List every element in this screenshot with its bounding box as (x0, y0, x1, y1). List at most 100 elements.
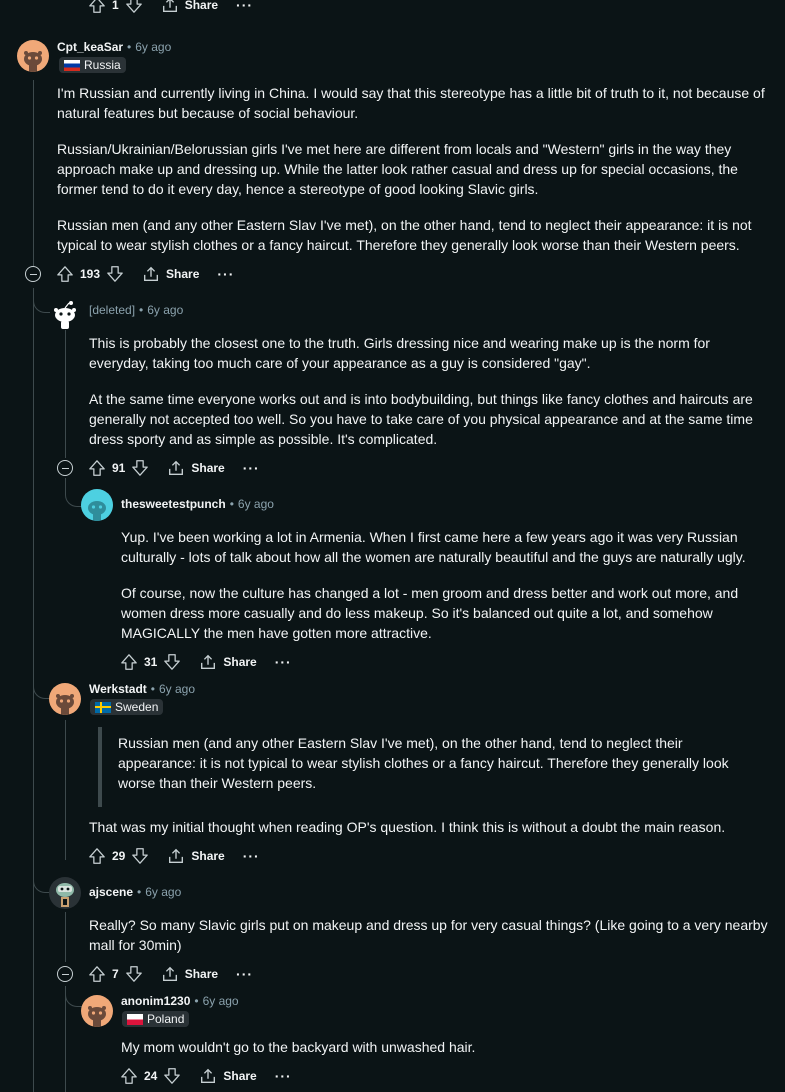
share-label: Share (191, 849, 225, 863)
thread-connector (33, 678, 50, 699)
upvote-icon[interactable] (88, 847, 106, 865)
more-options-button[interactable]: ··· (275, 654, 292, 670)
downvote-icon[interactable] (125, 965, 143, 983)
downvote-icon[interactable] (163, 653, 181, 671)
downvote-icon[interactable] (131, 459, 149, 477)
timestamp[interactable]: 6y ago (203, 994, 239, 1008)
timestamp[interactable]: 6y ago (147, 303, 183, 317)
downvote-icon[interactable] (106, 265, 124, 283)
comment-body: Yup. I've been working a lot in Armenia.… (121, 527, 771, 643)
upvote-icon[interactable] (56, 265, 74, 283)
comment-meta: ajscene • 6y ago (89, 885, 181, 899)
upvote-icon[interactable] (88, 965, 106, 983)
comment-paragraph: Really? So many Slavic girls put on make… (89, 917, 768, 953)
thread-line[interactable] (65, 986, 66, 1092)
comment-meta: Cpt_keaSar • 6y ago (57, 40, 171, 54)
share-icon (167, 459, 185, 477)
timestamp[interactable]: 6y ago (145, 885, 181, 899)
author-name: [deleted] (89, 303, 136, 317)
vote-count: 29 (112, 849, 126, 863)
more-options-button[interactable]: ··· (243, 460, 260, 476)
share-button[interactable]: Share (161, 965, 218, 983)
vote-count: 24 (144, 1069, 158, 1083)
flair-label: Sweden (115, 700, 159, 714)
vote-count: 1 (112, 0, 119, 12)
comment-paragraph: At the same time everyone works out and … (89, 391, 753, 447)
snoo-avatar-icon (17, 40, 49, 72)
upvote-icon[interactable] (88, 0, 106, 14)
upvote-icon[interactable] (120, 653, 138, 671)
comment-meta: [deleted] • 6y ago (89, 303, 183, 317)
collapse-thread-button[interactable] (25, 266, 41, 282)
share-button[interactable]: Share (167, 459, 225, 477)
author-name[interactable]: Werkstadt (89, 682, 147, 696)
more-options-button[interactable]: ··· (236, 966, 253, 982)
avatar[interactable] (49, 683, 81, 715)
thread-connector (33, 292, 50, 313)
more-options-button[interactable]: ··· (217, 266, 234, 282)
thread-line[interactable] (65, 912, 66, 962)
thread-connector (33, 872, 50, 893)
share-label: Share (184, 0, 219, 12)
author-name[interactable]: ajscene (89, 885, 133, 899)
timestamp[interactable]: 6y ago (238, 497, 274, 511)
upvote-icon[interactable] (88, 459, 106, 477)
comment-actions: 91 Share ··· (88, 458, 260, 478)
timestamp[interactable]: 6y ago (135, 40, 171, 54)
collapse-thread-button[interactable] (57, 460, 73, 476)
comment-actions: 193 Share ··· (56, 264, 234, 284)
downvote-icon[interactable] (163, 1067, 181, 1085)
quote-text: Russian men (and any other Eastern Slav … (118, 735, 729, 791)
avatar[interactable] (49, 298, 81, 330)
downvote-icon[interactable] (125, 0, 143, 14)
more-options-button[interactable]: ··· (275, 1068, 292, 1084)
downvote-icon[interactable] (131, 847, 149, 865)
thread-connector (65, 986, 82, 1007)
thread-line[interactable] (33, 80, 34, 280)
snoo-avatar-icon (56, 883, 74, 907)
vote-control: 91 (88, 459, 149, 477)
author-name[interactable]: Cpt_keaSar (57, 40, 123, 54)
vote-count: 91 (112, 461, 126, 475)
share-button[interactable]: Share (161, 0, 218, 14)
share-icon (161, 0, 179, 14)
upvote-icon[interactable] (120, 1067, 138, 1085)
user-flair: Russia (59, 57, 126, 73)
avatar[interactable] (17, 40, 49, 72)
comment-meta: Werkstadt • 6y ago (89, 682, 195, 696)
more-options-button[interactable]: ··· (243, 848, 260, 864)
collapse-thread-button[interactable] (57, 966, 73, 982)
avatar[interactable] (81, 489, 113, 521)
snoo-avatar-icon (49, 683, 81, 715)
meta-separator: • (229, 497, 234, 511)
share-label: Share (184, 967, 219, 981)
timestamp[interactable]: 6y ago (159, 682, 195, 696)
avatar[interactable] (49, 877, 81, 909)
author-name[interactable]: anonim1230 (121, 994, 190, 1008)
more-options-button[interactable]: ··· (236, 0, 253, 13)
comment-paragraph: Yup. I've been working a lot in Armenia.… (121, 529, 746, 565)
thread-line[interactable] (65, 330, 66, 458)
comment-meta: anonim1230 • 6y ago (121, 994, 239, 1008)
share-icon (199, 653, 217, 671)
share-label: Share (223, 655, 257, 669)
user-flair: Sweden (90, 699, 164, 715)
thread-line[interactable] (65, 720, 66, 860)
author-name[interactable]: thesweetestpunch (121, 497, 226, 511)
avatar[interactable] (81, 995, 113, 1027)
share-button[interactable]: Share (199, 1067, 257, 1085)
vote-control: 1 (88, 0, 143, 14)
sweden-flag-icon (95, 701, 111, 713)
share-label: Share (223, 1069, 257, 1083)
share-button[interactable]: Share (199, 653, 257, 671)
comment-paragraph: My mom wouldn't go to the backyard with … (121, 1039, 476, 1055)
share-button[interactable]: Share (167, 847, 225, 865)
comment-paragraph: Russian/Ukrainian/Belorussian girls I've… (57, 141, 738, 197)
vote-count: 193 (80, 267, 101, 281)
vote-count: 31 (144, 655, 158, 669)
share-label: Share (191, 461, 225, 475)
vote-control: 193 (56, 265, 124, 283)
share-button[interactable]: Share (142, 265, 199, 283)
meta-separator: • (194, 994, 199, 1008)
comment-actions: 31 Share ··· (120, 652, 292, 672)
